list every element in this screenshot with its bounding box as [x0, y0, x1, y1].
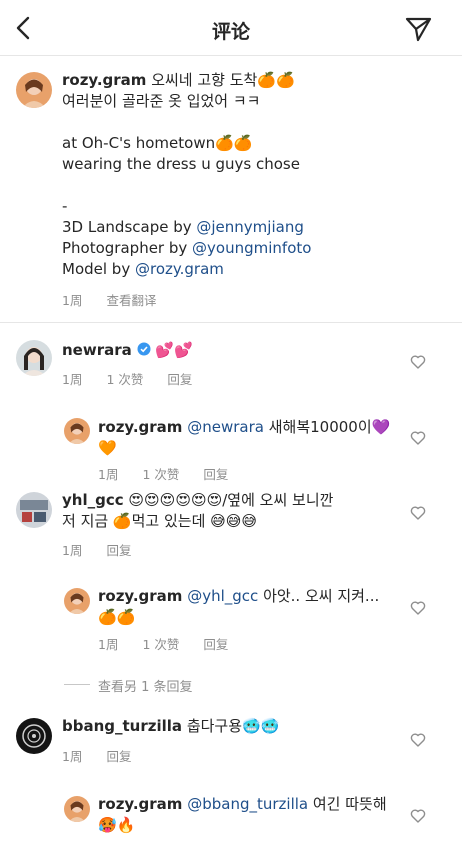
reply-mention[interactable]: @yhl_gcc [187, 587, 258, 605]
comment-time: 1周 [62, 543, 83, 558]
comment-meta: 1周 1 次赞 回复 [98, 464, 252, 483]
comment-meta: 1周 1 次赞 回复 [98, 634, 252, 653]
comment-time: 1周 [98, 467, 119, 482]
reply-link[interactable]: 回复 [106, 749, 131, 764]
comment-time: 1周 [62, 749, 83, 764]
avatar[interactable] [16, 492, 52, 528]
credit2-prefix: Photographer by [62, 239, 193, 257]
like-count[interactable]: 1 次赞 [142, 637, 179, 652]
comment-meta: 1周 回复 [62, 540, 155, 559]
caption-line5: - [62, 197, 68, 215]
caption-line4: wearing the dress u guys chose [62, 155, 300, 173]
comment-text: yhl_gcc 😍😍😍😍😍😍/옆에 오씨 보니깐 저 지금 🍊먹고 있는데 😅😅… [62, 490, 402, 532]
avatar[interactable] [64, 588, 90, 614]
comment-body: 💕💕 [155, 341, 193, 359]
comment-body: 춥다구용🥶🥶 [186, 717, 280, 735]
comment-username[interactable]: newrara [62, 341, 132, 359]
divider [0, 322, 462, 323]
avatar[interactable] [16, 340, 52, 376]
heart-icon[interactable] [410, 600, 426, 616]
heart-icon[interactable] [410, 732, 426, 748]
heart-icon[interactable] [410, 354, 426, 370]
reply-body-line1: 여긴 따뜻해 [312, 795, 387, 813]
credit1-mention[interactable]: @jennymjiang [196, 218, 303, 236]
reply-link[interactable]: 回复 [106, 543, 131, 558]
reply-text: rozy.gram @yhl_gcc 아앗.. 오씨 지켜... 🍊🍊 [98, 586, 398, 628]
reply-body-line2: 🥵🔥 [98, 816, 136, 834]
caption-username[interactable]: rozy.gram [62, 71, 146, 89]
avatar[interactable] [16, 72, 52, 108]
reply-mention[interactable]: @bbang_turzilla [187, 795, 308, 813]
view-more-line [64, 684, 90, 685]
reply-username[interactable]: rozy.gram [98, 587, 182, 605]
caption-line1: 오씨네 고향 도착🍊🍊 [151, 71, 295, 89]
caption-meta: 1周 查看翻译 [62, 290, 180, 309]
avatar[interactable] [64, 796, 90, 822]
comment-body-line1: 😍😍😍😍😍😍/옆에 오씨 보니깐 [128, 491, 334, 509]
page-title: 评论 [211, 21, 250, 43]
avatar[interactable] [64, 418, 90, 444]
credit1-prefix: 3D Landscape by [62, 218, 197, 236]
credit3-prefix: Model by [62, 260, 135, 278]
caption-text: rozy.gram 오씨네 고향 도착🍊🍊 여러분이 골라준 옷 입었어 ㅋㅋ … [62, 70, 452, 280]
comment-meta: 1周 1 次赞 回复 [62, 369, 216, 388]
comment-meta: 1周 回复 [62, 746, 155, 765]
top-bar: 评论 [0, 0, 462, 56]
verified-badge-icon [137, 341, 151, 356]
credit3-mention[interactable]: @rozy.gram [135, 260, 224, 278]
reply-link[interactable]: 回复 [167, 372, 192, 387]
like-count[interactable]: 1 次赞 [142, 467, 179, 482]
comment-username[interactable]: yhl_gcc [62, 491, 124, 509]
caption-time: 1周 [62, 293, 83, 308]
reply-body-line1: 아앗.. 오씨 지켜... [263, 587, 380, 605]
like-count[interactable]: 1 次赞 [106, 372, 143, 387]
heart-icon[interactable] [410, 808, 426, 824]
reply-mention[interactable]: @newrara [187, 418, 264, 436]
credit2-mention[interactable]: @youngminfoto [192, 239, 311, 257]
comment-text: newrara 💕💕 [62, 340, 402, 361]
caption-line2: 여러분이 골라준 옷 입었어 ㅋㅋ [62, 92, 261, 110]
send-icon[interactable] [402, 12, 434, 44]
avatar[interactable] [16, 718, 52, 754]
comment-username[interactable]: bbang_turzilla [62, 717, 182, 735]
comment-time: 1周 [98, 637, 119, 652]
reply-username[interactable]: rozy.gram [98, 795, 182, 813]
comment-time: 1周 [62, 372, 83, 387]
caption-line3: at Oh-C's hometown🍊🍊 [62, 134, 253, 152]
reply-body-line2: 🍊🍊 [98, 608, 136, 626]
comment-body-line2: 저 지금 🍊먹고 있는데 😅😅😅 [62, 512, 258, 530]
view-more-replies[interactable]: 查看另 1 条回复 [98, 676, 193, 695]
heart-icon[interactable] [410, 505, 426, 521]
reply-link[interactable]: 回复 [203, 467, 228, 482]
heart-icon[interactable] [410, 430, 426, 446]
reply-text: rozy.gram @bbang_turzilla 여긴 따뜻해 🥵🔥 [98, 794, 398, 836]
comment-text: bbang_turzilla 춥다구용🥶🥶 [62, 716, 402, 737]
reply-username[interactable]: rozy.gram [98, 418, 182, 436]
reply-link[interactable]: 回复 [203, 637, 228, 652]
translate-link[interactable]: 查看翻译 [106, 293, 156, 308]
reply-text: rozy.gram @newrara 새해복10000이💜🧡 [98, 417, 398, 459]
